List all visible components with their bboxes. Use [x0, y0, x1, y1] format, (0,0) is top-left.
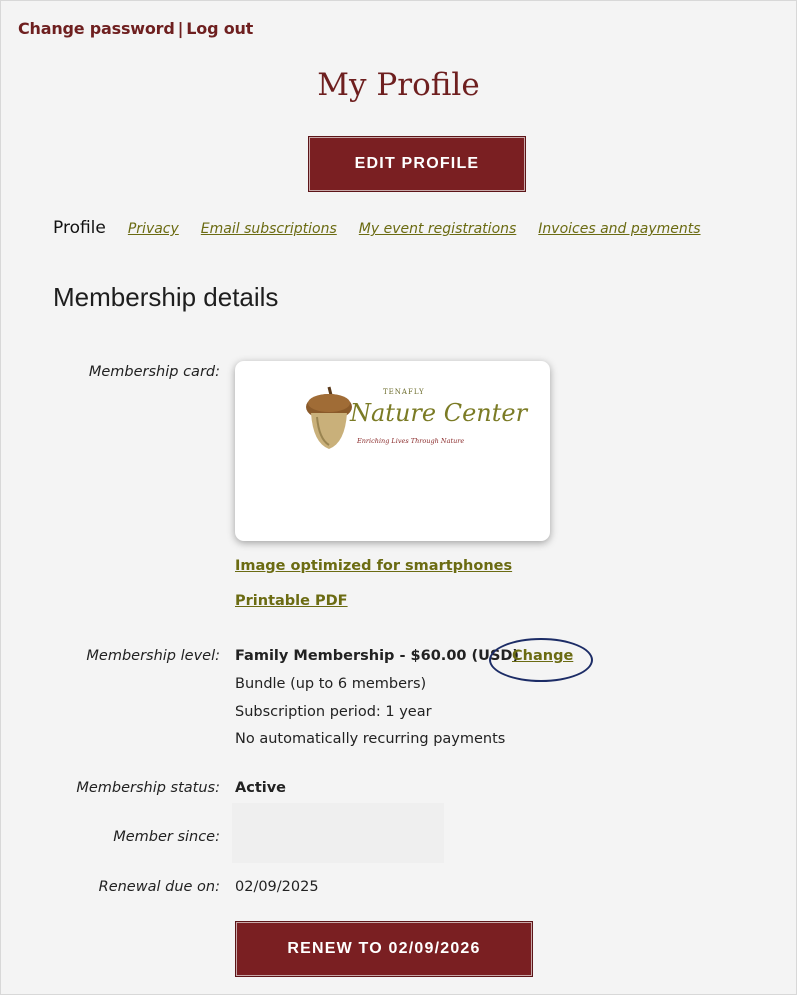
- logo-tagline: Enriching Lives Through Nature: [357, 437, 465, 445]
- membership-level-label: Membership level:: [86, 648, 220, 664]
- membership-card-image[interactable]: TENAFLY Nature Center Enriching Lives Th…: [235, 361, 550, 541]
- acorn-icon: [306, 386, 352, 449]
- member-since-label: Member since:: [113, 829, 220, 845]
- member-since-value-box: [232, 803, 444, 863]
- printable-pdf-link[interactable]: Printable PDF: [235, 593, 348, 609]
- membership-bundle: Bundle (up to 6 members): [235, 676, 427, 692]
- tab-event-registrations[interactable]: My event registrations: [359, 221, 517, 237]
- renew-button[interactable]: RENEW TO 02/09/2026: [235, 921, 533, 977]
- log-out-link[interactable]: Log out: [186, 19, 253, 38]
- tab-invoices-payments[interactable]: Invoices and payments: [538, 221, 700, 237]
- edit-profile-button[interactable]: EDIT PROFILE: [308, 136, 526, 192]
- membership-card-label: Membership card:: [88, 364, 220, 380]
- logo-big-text: Nature Center: [350, 399, 528, 427]
- renewal-due-value: 02/09/2025: [235, 879, 319, 895]
- page-title: My Profile: [317, 67, 480, 103]
- smartphone-image-link[interactable]: Image optimized for smartphones: [235, 558, 512, 574]
- recurring-payments-note: No automatically recurring payments: [235, 731, 506, 747]
- link-separator: |: [177, 19, 184, 38]
- membership-status-label: Membership status:: [76, 780, 220, 796]
- tab-profile: Profile: [53, 218, 106, 238]
- membership-level-value: Family Membership - $60.00 (USD): [235, 648, 520, 664]
- section-title: Membership details: [53, 282, 279, 312]
- tab-email-subscriptions[interactable]: Email subscriptions: [201, 221, 337, 237]
- renewal-due-label: Renewal due on:: [98, 879, 220, 895]
- tab-privacy[interactable]: Privacy: [128, 221, 179, 237]
- profile-tabs: Profile Privacy Email subscriptions My e…: [53, 218, 723, 238]
- membership-status-value: Active: [235, 780, 287, 796]
- change-password-link[interactable]: Change password: [18, 19, 175, 38]
- change-membership-link[interactable]: Change: [512, 648, 573, 664]
- account-links: Change password | Log out: [18, 19, 253, 38]
- logo-small-text: TENAFLY: [383, 388, 425, 396]
- subscription-period: Subscription period: 1 year: [235, 704, 432, 720]
